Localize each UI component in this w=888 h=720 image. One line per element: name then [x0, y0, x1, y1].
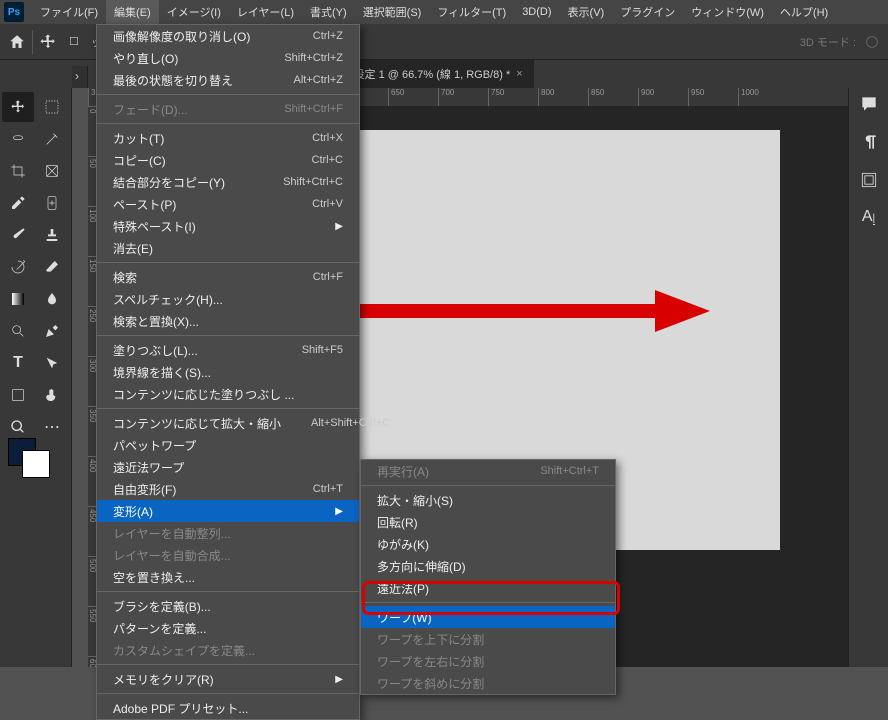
menu-item[interactable]: Adobe PDF プリセット... — [97, 697, 359, 719]
menu-item[interactable]: 検索Ctrl+F — [97, 266, 359, 288]
menubar-item[interactable]: 表示(V) — [560, 0, 613, 24]
tab-well: › — [72, 66, 88, 88]
marquee-tool[interactable] — [36, 92, 68, 122]
menubar-item[interactable]: ウィンドウ(W) — [683, 0, 772, 24]
gradient-tool[interactable] — [2, 284, 34, 314]
menu-item[interactable]: スペルチェック(H)... — [97, 288, 359, 310]
move-tool[interactable] — [2, 92, 34, 122]
close-icon[interactable]: × — [516, 68, 522, 80]
wand-tool[interactable] — [36, 124, 68, 154]
move-icon[interactable] — [39, 33, 57, 51]
menu-item[interactable]: 遠近法(P) — [361, 577, 615, 599]
eraser-tool[interactable] — [36, 252, 68, 282]
menu-item[interactable]: 回転(R) — [361, 511, 615, 533]
menu-item: フェード(D)...Shift+Ctrl+F — [97, 98, 359, 120]
menubar-item[interactable]: プラグイン — [612, 0, 683, 24]
menu-item[interactable]: 特殊ペースト(I)▶ — [97, 215, 359, 237]
menu-item[interactable]: 空を置き換え... — [97, 566, 359, 588]
menu-item[interactable]: ペースト(P)Ctrl+V — [97, 193, 359, 215]
lasso-tool[interactable] — [2, 124, 34, 154]
menu-item[interactable]: 検索と置換(X)... — [97, 310, 359, 332]
menu-item[interactable]: 境界線を描く(S)... — [97, 361, 359, 383]
menubar-item[interactable]: ヘルプ(H) — [772, 0, 836, 24]
pen-tool[interactable] — [36, 316, 68, 346]
menu-item: カスタムシェイプを定義... — [97, 639, 359, 661]
menu-item[interactable]: カット(T)Ctrl+X — [97, 127, 359, 149]
app-logo: Ps — [4, 2, 24, 22]
history-brush-tool[interactable] — [2, 252, 34, 282]
type-tool[interactable]: T — [2, 348, 34, 378]
menu-item: ワープを斜めに分割 — [361, 672, 615, 694]
orbit-icon — [864, 34, 880, 50]
more-tools[interactable]: ⋯ — [36, 412, 68, 442]
menubar-item[interactable]: 選択範囲(S) — [355, 0, 430, 24]
menu-item[interactable]: メモリをクリア(R)▶ — [97, 668, 359, 690]
menu-item[interactable]: やり直し(O)Shift+Ctrl+Z — [97, 47, 359, 69]
menu-item: レイヤーを自動整列... — [97, 522, 359, 544]
paragraph-icon[interactable] — [859, 132, 879, 152]
menu-item[interactable]: 変形(A)▶ — [97, 500, 359, 522]
menu-item: レイヤーを自動合成... — [97, 544, 359, 566]
blur-tool[interactable] — [36, 284, 68, 314]
menu-item[interactable]: 最後の状態を切り替えAlt+Ctrl+Z — [97, 69, 359, 91]
menu-item[interactable]: コピー(C)Ctrl+C — [97, 149, 359, 171]
3d-mode-label: 3D モード : — [800, 34, 856, 50]
tools-panel: T ⋯ — [0, 88, 72, 667]
menu-item[interactable]: 消去(E) — [97, 237, 359, 259]
shape-tool[interactable] — [2, 380, 34, 410]
menu-item: 再実行(A)Shift+Ctrl+T — [361, 460, 615, 482]
menu-item[interactable]: 結合部分をコピー(Y)Shift+Ctrl+C — [97, 171, 359, 193]
menu-item[interactable]: 拡大・縮小(S) — [361, 489, 615, 511]
menubar-item[interactable]: フィルター(T) — [429, 0, 514, 24]
menu-item[interactable]: 画像解像度の取り消し(O)Ctrl+Z — [97, 25, 359, 47]
libraries-icon[interactable] — [859, 170, 879, 190]
eyedropper-tool[interactable] — [2, 188, 34, 218]
stamp-tool[interactable] — [36, 220, 68, 250]
path-tool[interactable] — [36, 348, 68, 378]
edit-menu: 画像解像度の取り消し(O)Ctrl+Zやり直し(O)Shift+Ctrl+Z最後… — [96, 24, 360, 720]
menubar-item[interactable]: 3D(D) — [514, 0, 559, 24]
menu-item[interactable]: 自由変形(F)Ctrl+T — [97, 478, 359, 500]
hand-tool[interactable] — [36, 380, 68, 410]
crop-tool[interactable] — [2, 156, 34, 186]
menu-item[interactable]: コンテンツに応じた塗りつぶし ... — [97, 383, 359, 405]
transform-submenu: 再実行(A)Shift+Ctrl+T 拡大・縮小(S)回転(R)ゆがみ(K)多方向… — [360, 459, 616, 695]
menu-item[interactable]: コンテンツに応じて拡大・縮小Alt+Shift+Ctrl+C — [97, 412, 359, 434]
menubar-item[interactable]: ファイル(F) — [32, 0, 106, 24]
dodge-tool[interactable] — [2, 316, 34, 346]
menu-item[interactable]: ブラシを定義(B)... — [97, 595, 359, 617]
menu-item[interactable]: 多方向に伸縮(D) — [361, 555, 615, 577]
menu-item[interactable]: 遠近法ワープ — [97, 456, 359, 478]
menubar: Ps ファイル(F)編集(E)イメージ(I)レイヤー(L)書式(Y)選択範囲(S… — [0, 0, 888, 24]
menu-item[interactable]: パターンを定義... — [97, 617, 359, 639]
menu-item[interactable]: 塗りつぶし(L)...Shift+F5 — [97, 339, 359, 361]
comment-icon[interactable] — [859, 94, 879, 114]
menubar-item[interactable]: 編集(E) — [106, 0, 159, 24]
brush-tool[interactable] — [2, 220, 34, 250]
character-icon[interactable]: A| — [862, 208, 875, 226]
background-color[interactable] — [22, 450, 50, 478]
menubar-item[interactable]: イメージ(I) — [159, 0, 229, 24]
menu-item[interactable]: ワープ(W) — [361, 606, 615, 628]
frame-tool[interactable] — [36, 156, 68, 186]
right-panel: A| — [848, 88, 888, 667]
menu-item[interactable]: パペットワープ — [97, 434, 359, 456]
menu-item: ワープを上下に分割 — [361, 628, 615, 650]
menubar-item[interactable]: 書式(Y) — [302, 0, 355, 24]
menu-item: ワープを左右に分割 — [361, 650, 615, 672]
menubar-item[interactable]: レイヤー(L) — [229, 0, 302, 24]
heal-tool[interactable] — [36, 188, 68, 218]
checkbox-option[interactable]: ☐ — [63, 32, 85, 51]
home-icon[interactable] — [8, 33, 26, 51]
menu-item[interactable]: ゆがみ(K) — [361, 533, 615, 555]
